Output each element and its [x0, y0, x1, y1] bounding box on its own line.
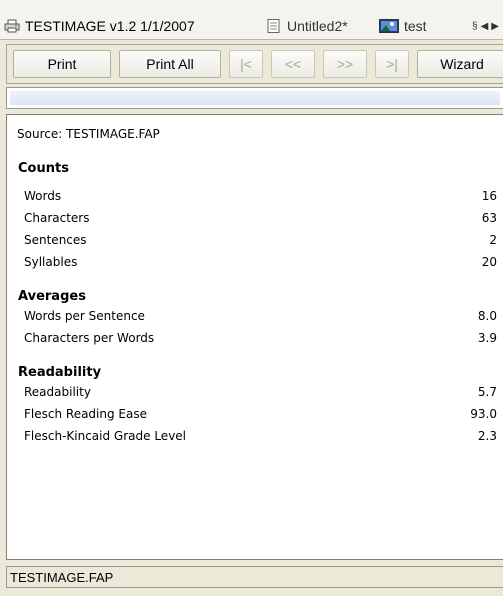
report-row-value: 5.7	[477, 385, 497, 399]
next-page-button[interactable]: >>	[323, 50, 367, 78]
report-row-label: Characters per Words	[24, 331, 155, 345]
print-button[interactable]: Print	[13, 50, 111, 78]
scroll-right-icon[interactable]: ▶	[491, 21, 499, 32]
tab-untitled2[interactable]: Untitled2*	[266, 17, 348, 35]
report-row-value: 2.3	[477, 429, 497, 443]
tab-testimage[interactable]: TESTIMAGE v1.2 1/1/2007	[4, 17, 195, 35]
report-row-label: Characters	[24, 211, 90, 225]
toolbar: Print Print All |< << >> >| Wizard	[6, 44, 503, 84]
image-icon	[379, 19, 399, 33]
more-tabs-icon: §	[472, 20, 478, 32]
tab-test[interactable]: test	[379, 17, 427, 35]
report-row-value: 3.9	[477, 331, 497, 345]
report-row-label: Words per Sentence	[24, 309, 145, 323]
report-row-value: 63	[481, 211, 497, 225]
report-row-label: Readability	[24, 385, 91, 399]
report-row-label: Flesch Reading Ease	[24, 407, 147, 421]
print-all-button[interactable]: Print All	[119, 50, 221, 78]
report-row-label: Words	[24, 189, 62, 203]
tab-bar: TESTIMAGE v1.2 1/1/2007 Untitled2* test …	[0, 0, 503, 40]
report-row-label: Flesch-Kincaid Grade Level	[24, 429, 187, 443]
readability-heading: Readability	[18, 365, 102, 380]
report-row-label: Syllables	[24, 255, 78, 269]
source-label: Source: TESTIMAGE.FAP	[17, 127, 160, 141]
tab-label: TESTIMAGE v1.2 1/1/2007	[25, 18, 195, 34]
status-bar: TESTIMAGE.FAP	[6, 566, 503, 588]
scroll-left-icon[interactable]: ◀	[481, 21, 489, 32]
first-page-button[interactable]: |<	[229, 50, 263, 78]
tab-scroll: § ◀ ▶ ✕	[472, 17, 503, 35]
counts-heading: Counts	[18, 161, 69, 176]
report-row-value: 16	[481, 189, 497, 203]
report-row-value: 20	[481, 255, 497, 269]
progress-fill	[10, 91, 500, 105]
document-icon	[266, 19, 282, 33]
tab-label: Untitled2*	[287, 18, 348, 34]
report-row-value: 8.0	[477, 309, 497, 323]
tab-label: test	[404, 18, 427, 34]
printer-icon	[4, 19, 20, 33]
status-text: TESTIMAGE.FAP	[10, 569, 114, 585]
report-panel[interactable]: Source: TESTIMAGE.FAP Counts Words 16 Ch…	[6, 114, 503, 560]
wizard-button[interactable]: Wizard	[417, 50, 503, 78]
previous-page-button[interactable]: <<	[271, 50, 315, 78]
report-row-value: 93.0	[470, 407, 497, 421]
averages-heading: Averages	[18, 289, 86, 304]
report-row-label: Sentences	[24, 233, 87, 247]
last-page-button[interactable]: >|	[375, 50, 409, 78]
report-row-value: 2	[489, 233, 497, 247]
progress-bar	[6, 87, 503, 109]
